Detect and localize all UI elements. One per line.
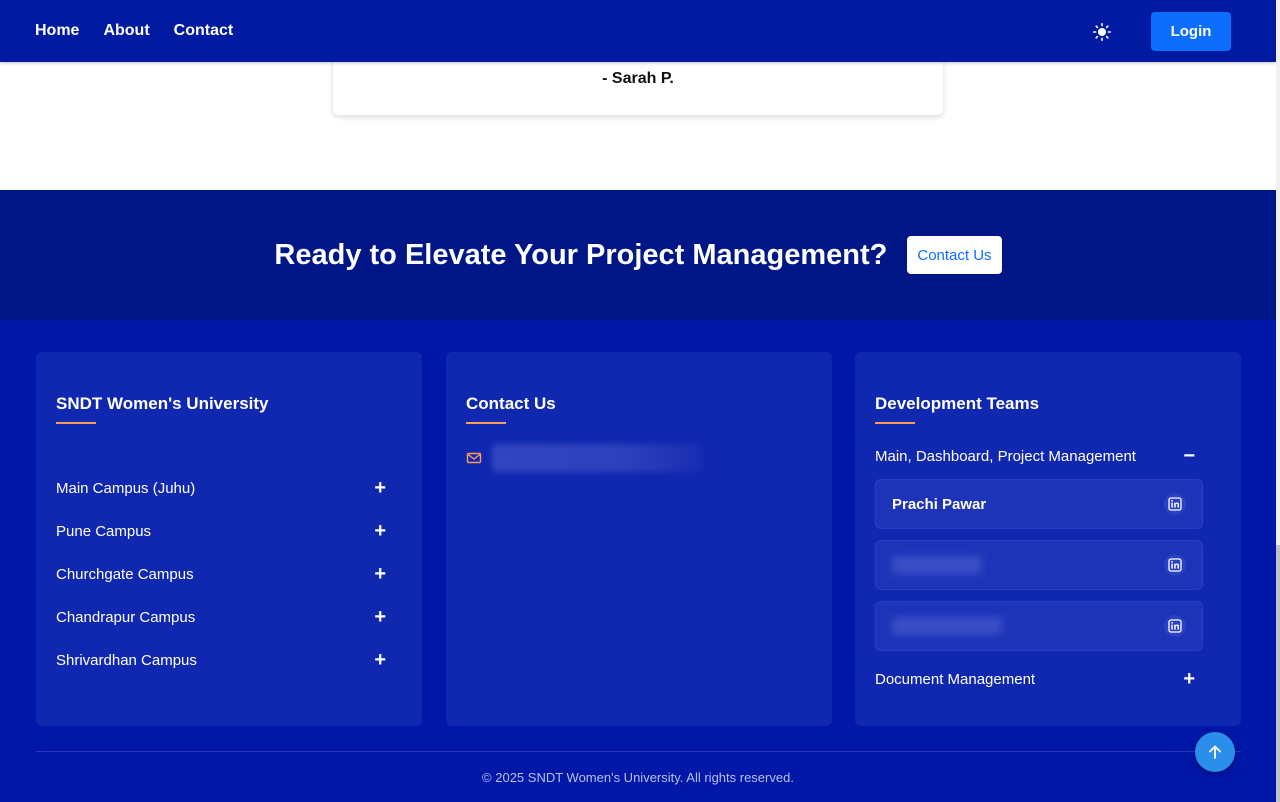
campus-item-shrivardhan[interactable]: Shrivardhan Campus + [56,648,386,672]
plus-icon: + [374,649,386,671]
plus-icon: + [1183,668,1195,690]
back-to-top-button[interactable] [1195,732,1235,772]
cta-title: Ready to Elevate Your Project Management… [274,238,888,271]
campus-item-pune[interactable]: Pune Campus + [56,519,386,543]
testimonial-author: - Sarah P. [602,70,674,87]
linkedin-icon[interactable] [1164,554,1186,576]
campus-label: Pune Campus [56,522,152,540]
navbar: Home About Contact Login [0,0,1276,62]
plus-icon: + [374,520,386,542]
linkedin-glyph [1168,497,1182,511]
title-underline [875,422,915,424]
title-underline [466,422,506,424]
linkedin-glyph [1168,619,1182,633]
dev-teams-card: Development Teams Main, Dashboard, Proje… [855,352,1241,726]
university-card: SNDT Women's University Main Campus (Juh… [36,352,422,726]
member-card-redacted [875,601,1203,651]
campus-label: Chandrapur Campus [56,608,196,626]
nav-link-contact[interactable]: Contact [174,22,234,40]
nav-link-about[interactable]: About [103,22,149,40]
footer-divider [36,751,1241,752]
email-link-redacted[interactable] [492,444,702,472]
title-underline [56,422,96,424]
nav-links: Home About Contact [35,22,233,40]
linkedin-icon[interactable] [1164,493,1186,515]
campus-item-juhu[interactable]: Main Campus (Juhu) + [56,476,386,500]
arrow-up-icon [1209,745,1221,759]
sun-icon [1093,23,1111,41]
campus-item-chandrapur[interactable]: Chandrapur Campus + [56,605,386,629]
footer: SNDT Women's University Main Campus (Juh… [0,320,1276,802]
page-scrollbar-thumb[interactable] [1276,545,1280,802]
campus-label: Shrivardhan Campus [56,651,197,669]
team-label: Document Management [875,670,1036,688]
cta-section: Ready to Elevate Your Project Management… [0,190,1276,320]
contact-us-button[interactable]: Contact Us [907,236,1002,274]
campus-label: Churchgate Campus [56,565,194,583]
member-name: Prachi Pawar [892,495,987,513]
dev-teams-title: Development Teams [875,394,1040,413]
team-header-document[interactable]: Document Management + [875,667,1195,691]
plus-icon: + [374,606,386,628]
minus-icon: − [1183,445,1195,467]
member-name-redacted [892,617,1002,635]
contact-card: Contact Us [446,352,832,726]
contact-email-row [466,444,702,472]
login-button[interactable]: Login [1151,12,1231,51]
team-label: Main, Dashboard, Project Management [875,447,1136,465]
dev-teams-scroll[interactable]: Main, Dashboard, Project Management − Pr… [875,440,1221,692]
theme-toggle-button[interactable] [1088,18,1116,46]
team-header-main[interactable]: Main, Dashboard, Project Management − [875,444,1195,468]
campus-item-churchgate[interactable]: Churchgate Campus + [56,562,386,586]
contact-title: Contact Us [466,394,556,413]
mail-icon [466,452,482,464]
university-title: SNDT Women's University [56,394,269,413]
plus-icon: + [374,563,386,585]
member-card-redacted [875,540,1203,590]
page-scrollbar[interactable] [1276,0,1280,802]
nav-link-home[interactable]: Home [35,22,79,40]
member-card: Prachi Pawar [875,479,1203,529]
copyright-text: © 2025 SNDT Women's University. All righ… [482,770,794,785]
linkedin-icon[interactable] [1164,615,1186,637]
member-name-redacted [892,556,982,574]
linkedin-glyph [1168,558,1182,572]
campus-label: Main Campus (Juhu) [56,479,196,497]
plus-icon: + [374,477,386,499]
